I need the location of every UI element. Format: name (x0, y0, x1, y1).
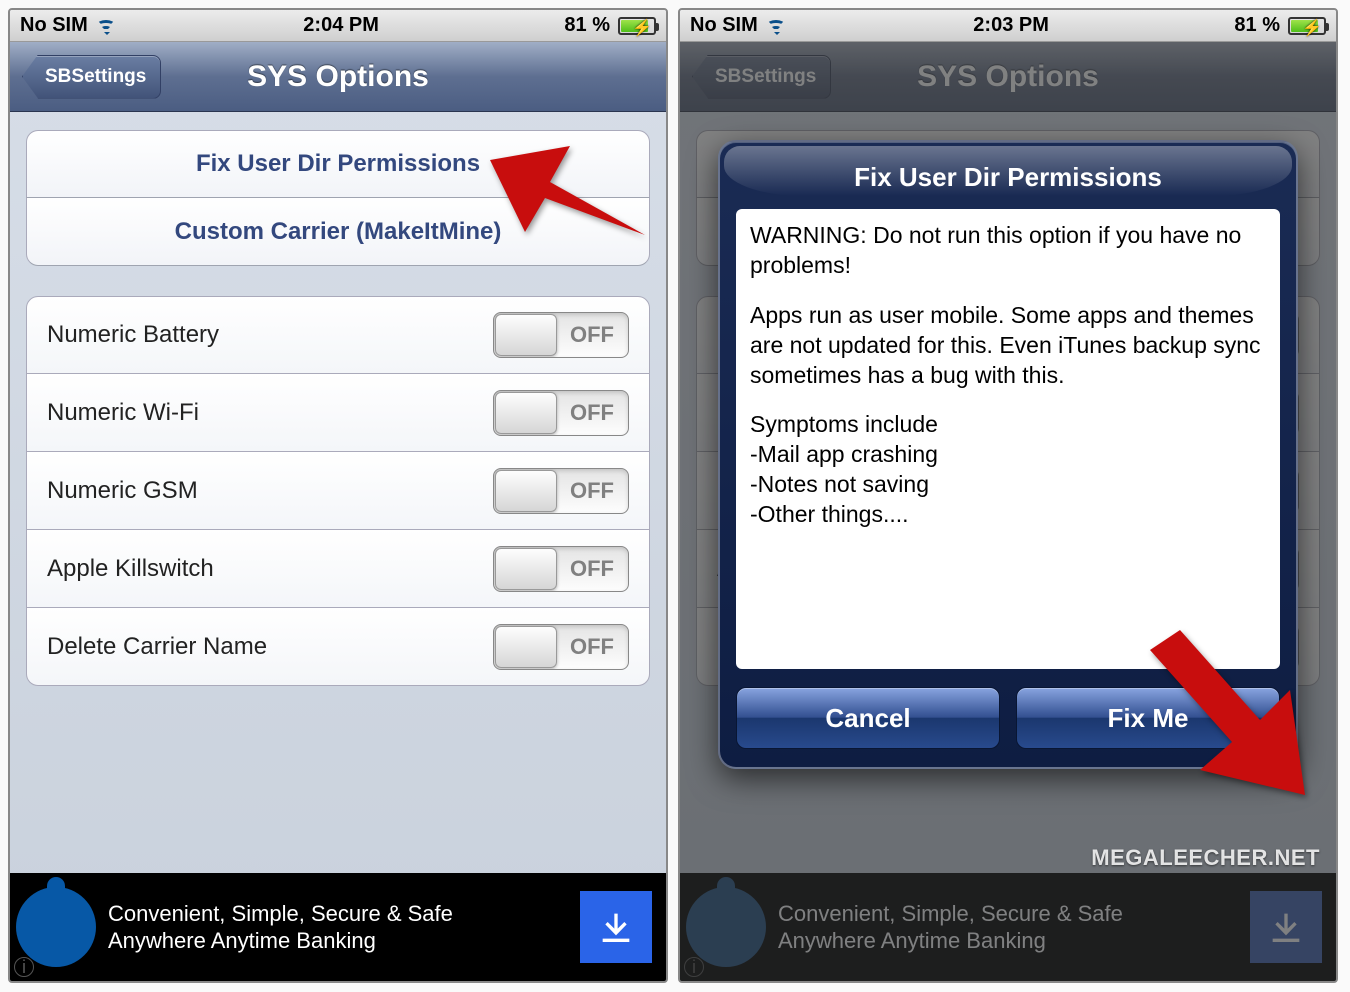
delete-carrier-toggle[interactable]: OFF (493, 624, 629, 670)
toggle-label: Apple Killswitch (47, 555, 214, 583)
carrier-label: No SIM (690, 14, 758, 37)
delete-carrier-row: Delete Carrier Name OFF (26, 608, 650, 686)
toggle-state: OFF (570, 469, 614, 513)
clock-label: 2:04 PM (303, 14, 379, 37)
fix-permissions-button[interactable]: Fix User Dir Permissions (26, 130, 650, 198)
toggle-label: Delete Carrier Name (47, 633, 267, 661)
ad-info-icon[interactable]: i (14, 957, 34, 977)
dialog-title: Fix User Dir Permissions (736, 142, 1280, 209)
action-group: Fix User Dir Permissions Custom Carrier … (26, 130, 650, 266)
wifi-icon (96, 17, 118, 35)
battery-icon: ⚡ (618, 17, 656, 35)
ad-banner[interactable]: i Convenient, Simple, Secure & SafeAnywh… (10, 873, 666, 981)
apple-killswitch-toggle[interactable]: OFF (493, 546, 629, 592)
ad-text: Convenient, Simple, Secure & SafeAnywher… (108, 900, 568, 955)
wifi-icon (766, 17, 788, 35)
numeric-battery-toggle[interactable]: OFF (493, 312, 629, 358)
toggle-label: Numeric GSM (47, 477, 198, 505)
status-bar: No SIM 2:04 PM 81 % ⚡ (10, 10, 666, 42)
back-button[interactable]: SBSettings (22, 55, 161, 99)
ad-logo-icon (16, 887, 96, 967)
toggle-label: Numeric Battery (47, 321, 219, 349)
numeric-gsm-toggle[interactable]: OFF (493, 468, 629, 514)
toggle-group: Numeric Battery OFF Numeric Wi-Fi OFF Nu… (26, 296, 650, 686)
battery-percent: 81 % (1234, 14, 1280, 37)
button-label: Cancel (825, 703, 910, 734)
button-label: Fix Me (1108, 703, 1189, 734)
toggle-state: OFF (570, 547, 614, 591)
watermark-label: MEGALEECHER.NET (1091, 845, 1320, 871)
status-bar: No SIM 2:03 PM 81 % ⚡ (680, 10, 1336, 42)
back-button-label: SBSettings (45, 66, 146, 88)
battery-percent: 81 % (564, 14, 610, 37)
numeric-wifi-row: Numeric Wi-Fi OFF (26, 374, 650, 452)
numeric-battery-row: Numeric Battery OFF (26, 296, 650, 374)
toggle-state: OFF (570, 625, 614, 669)
toggle-state: OFF (570, 313, 614, 357)
battery-icon: ⚡ (1288, 17, 1326, 35)
screenshot-right: No SIM 2:03 PM 81 % ⚡ SBSettings SYS Opt… (678, 8, 1338, 983)
cell-label: Fix User Dir Permissions (196, 150, 480, 178)
custom-carrier-button[interactable]: Custom Carrier (MakeItMine) (26, 198, 650, 266)
carrier-label: No SIM (20, 14, 88, 37)
numeric-gsm-row: Numeric GSM OFF (26, 452, 650, 530)
dialog-body: WARNING: Do not run this option if you h… (736, 209, 1280, 669)
download-icon (596, 907, 636, 947)
fix-me-button[interactable]: Fix Me (1016, 687, 1280, 749)
screenshot-left: No SIM 2:04 PM 81 % ⚡ SBSettings SYS Opt… (8, 8, 668, 983)
numeric-wifi-toggle[interactable]: OFF (493, 390, 629, 436)
cancel-button[interactable]: Cancel (736, 687, 1000, 749)
apple-killswitch-row: Apple Killswitch OFF (26, 530, 650, 608)
settings-content: Fix User Dir Permissions Custom Carrier … (10, 112, 666, 704)
toggle-label: Numeric Wi-Fi (47, 399, 199, 427)
cell-label: Custom Carrier (MakeItMine) (175, 218, 502, 246)
clock-label: 2:03 PM (973, 14, 1049, 37)
toggle-state: OFF (570, 391, 614, 435)
ad-download-button[interactable] (580, 891, 652, 963)
fix-permissions-dialog: Fix User Dir Permissions WARNING: Do not… (718, 140, 1298, 769)
nav-bar: SBSettings SYS Options (10, 42, 666, 112)
